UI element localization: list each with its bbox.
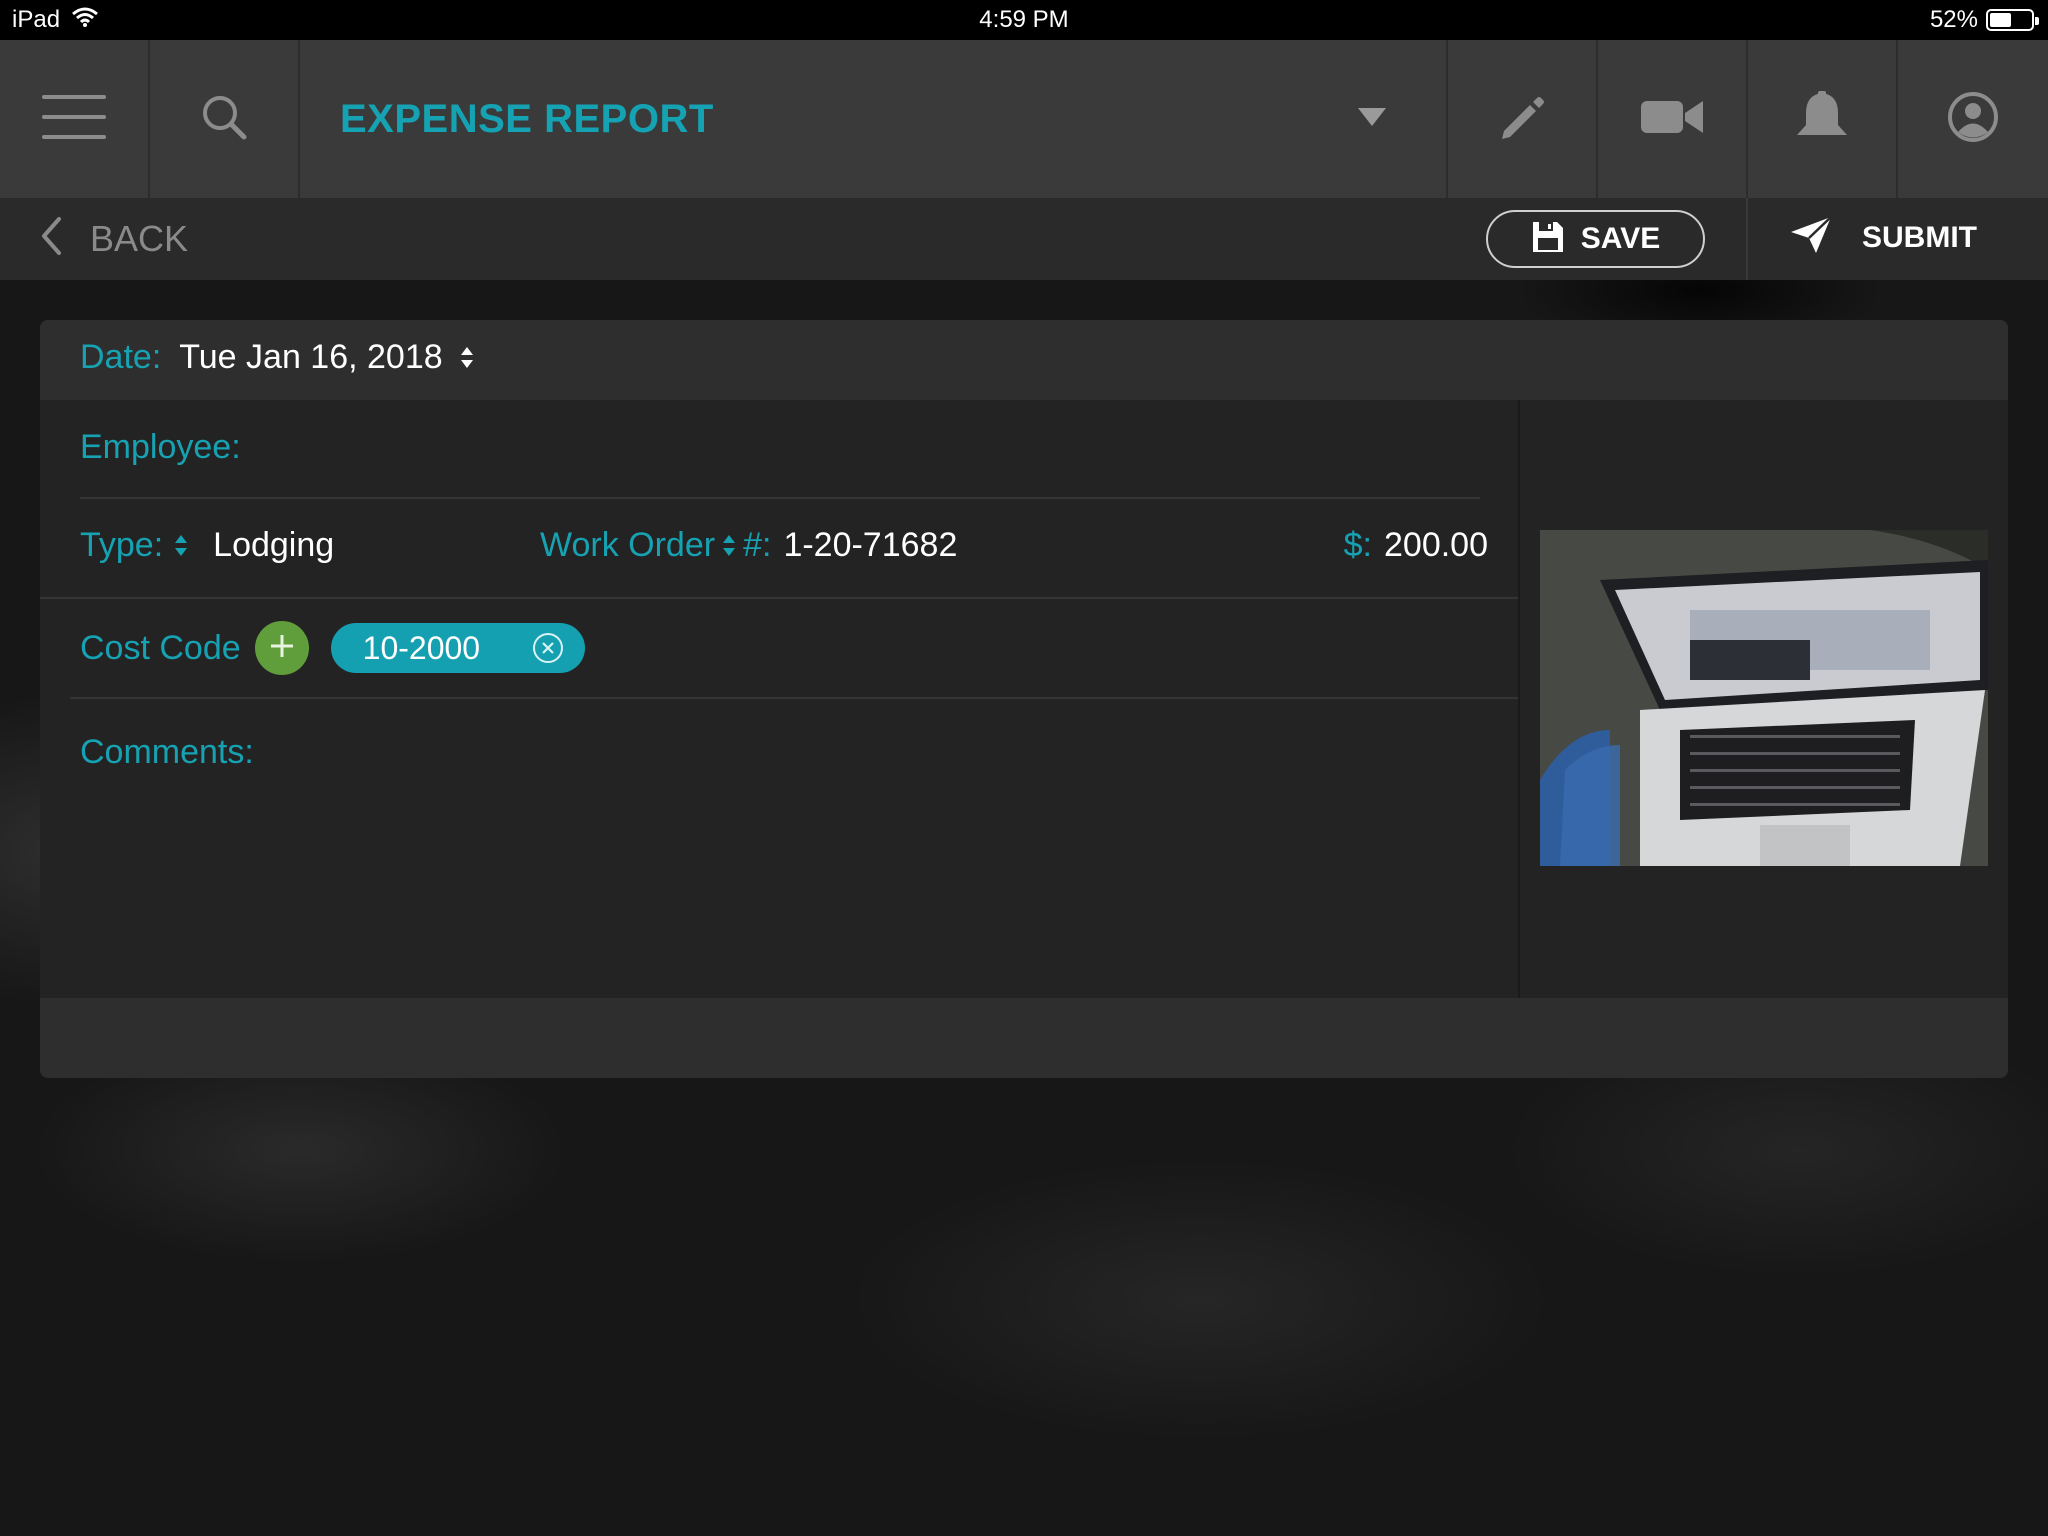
remove-chip-icon[interactable] — [532, 633, 563, 663]
battery-icon — [1986, 9, 2039, 31]
chevron-left-icon — [40, 216, 62, 261]
amount-label: $: — [1343, 526, 1372, 564]
dropdown-arrow-icon — [1358, 107, 1386, 131]
plus-icon — [269, 633, 295, 664]
comments-field[interactable]: Comments: — [80, 733, 254, 772]
page-title: EXPENSE REPORT — [340, 96, 714, 141]
date-field[interactable]: Date: Tue Jan 16, 2018 — [80, 338, 473, 377]
date-value: Tue Jan 16, 2018 — [179, 338, 443, 376]
date-stepper-icon[interactable] — [460, 347, 473, 368]
attachment-pane — [1518, 400, 2008, 998]
employee-field[interactable]: Employee: — [80, 428, 241, 467]
video-camera-icon — [1641, 97, 1703, 142]
comments-label: Comments: — [80, 733, 254, 771]
search-icon — [201, 94, 247, 145]
notifications-button[interactable] — [1748, 40, 1898, 198]
menu-button[interactable] — [0, 40, 150, 198]
amount-field[interactable]: $: 200.00 — [1344, 526, 1488, 565]
work-order-value: 1-20-71682 — [783, 526, 958, 564]
cost-code-chip-label: 10-2000 — [362, 629, 481, 666]
bell-icon — [1794, 90, 1850, 148]
type-field[interactable]: Type: Lodging — [80, 526, 334, 565]
action-bar: BACK SAVE SUBMIT — [0, 198, 2048, 280]
form-fields: Employee: Type: Lodging Work Order #: 1-… — [40, 400, 1518, 998]
work-order-hash: #: — [743, 526, 772, 564]
divider — [40, 597, 1518, 599]
action-divider — [1746, 198, 1748, 280]
work-order-stepper-icon[interactable] — [723, 535, 736, 556]
submit-button[interactable]: SUBMIT — [1790, 216, 1977, 259]
paper-plane-icon — [1790, 216, 1832, 259]
top-nav: EXPENSE REPORT — [0, 40, 2048, 198]
save-button[interactable]: SAVE — [1486, 210, 1705, 268]
status-time: 4:59 PM — [979, 6, 1069, 33]
report-type-selector[interactable]: EXPENSE REPORT — [300, 40, 1448, 198]
card-footer — [40, 998, 2008, 1078]
battery-percent: 52% — [1929, 6, 1978, 33]
edit-button[interactable] — [1448, 40, 1598, 198]
search-button[interactable] — [150, 40, 300, 198]
type-stepper-icon[interactable] — [175, 535, 188, 556]
divider — [70, 697, 1518, 699]
amount-value: 200.00 — [1384, 526, 1488, 564]
cost-code-label: Cost Code — [80, 628, 241, 667]
status-bar: iPad 4:59 PM 52% — [0, 0, 2048, 40]
divider — [80, 497, 1480, 499]
receipt-photo[interactable] — [1540, 530, 1988, 866]
back-button[interactable]: BACK — [40, 216, 188, 261]
date-label: Date: — [80, 338, 162, 376]
pencil-icon — [1498, 93, 1546, 146]
save-label: SAVE — [1580, 222, 1661, 255]
user-profile-icon — [1947, 91, 1999, 148]
work-order-label: Work Order — [540, 526, 716, 564]
type-label: Type: — [80, 526, 164, 564]
cost-code-chip: 10-2000 — [330, 623, 585, 673]
expense-card: Date: Tue Jan 16, 2018 Employee: Type: L… — [40, 320, 2008, 1078]
video-button[interactable] — [1598, 40, 1748, 198]
employee-label: Employee: — [80, 428, 241, 466]
submit-label: SUBMIT — [1862, 220, 1977, 254]
work-order-field[interactable]: Work Order #: 1-20-71682 — [540, 526, 957, 565]
profile-button[interactable] — [1898, 40, 2048, 198]
back-label: BACK — [90, 217, 189, 259]
floppy-disk-icon — [1531, 220, 1565, 259]
menu-icon — [42, 93, 106, 146]
add-cost-code-button[interactable] — [254, 621, 309, 675]
type-row: Type: Lodging Work Order #: 1-20-71682 $… — [80, 510, 1500, 590]
cost-code-row: Cost Code 10-2000 — [80, 608, 585, 688]
card-header: Date: Tue Jan 16, 2018 — [40, 320, 2008, 400]
type-value: Lodging — [213, 526, 335, 564]
